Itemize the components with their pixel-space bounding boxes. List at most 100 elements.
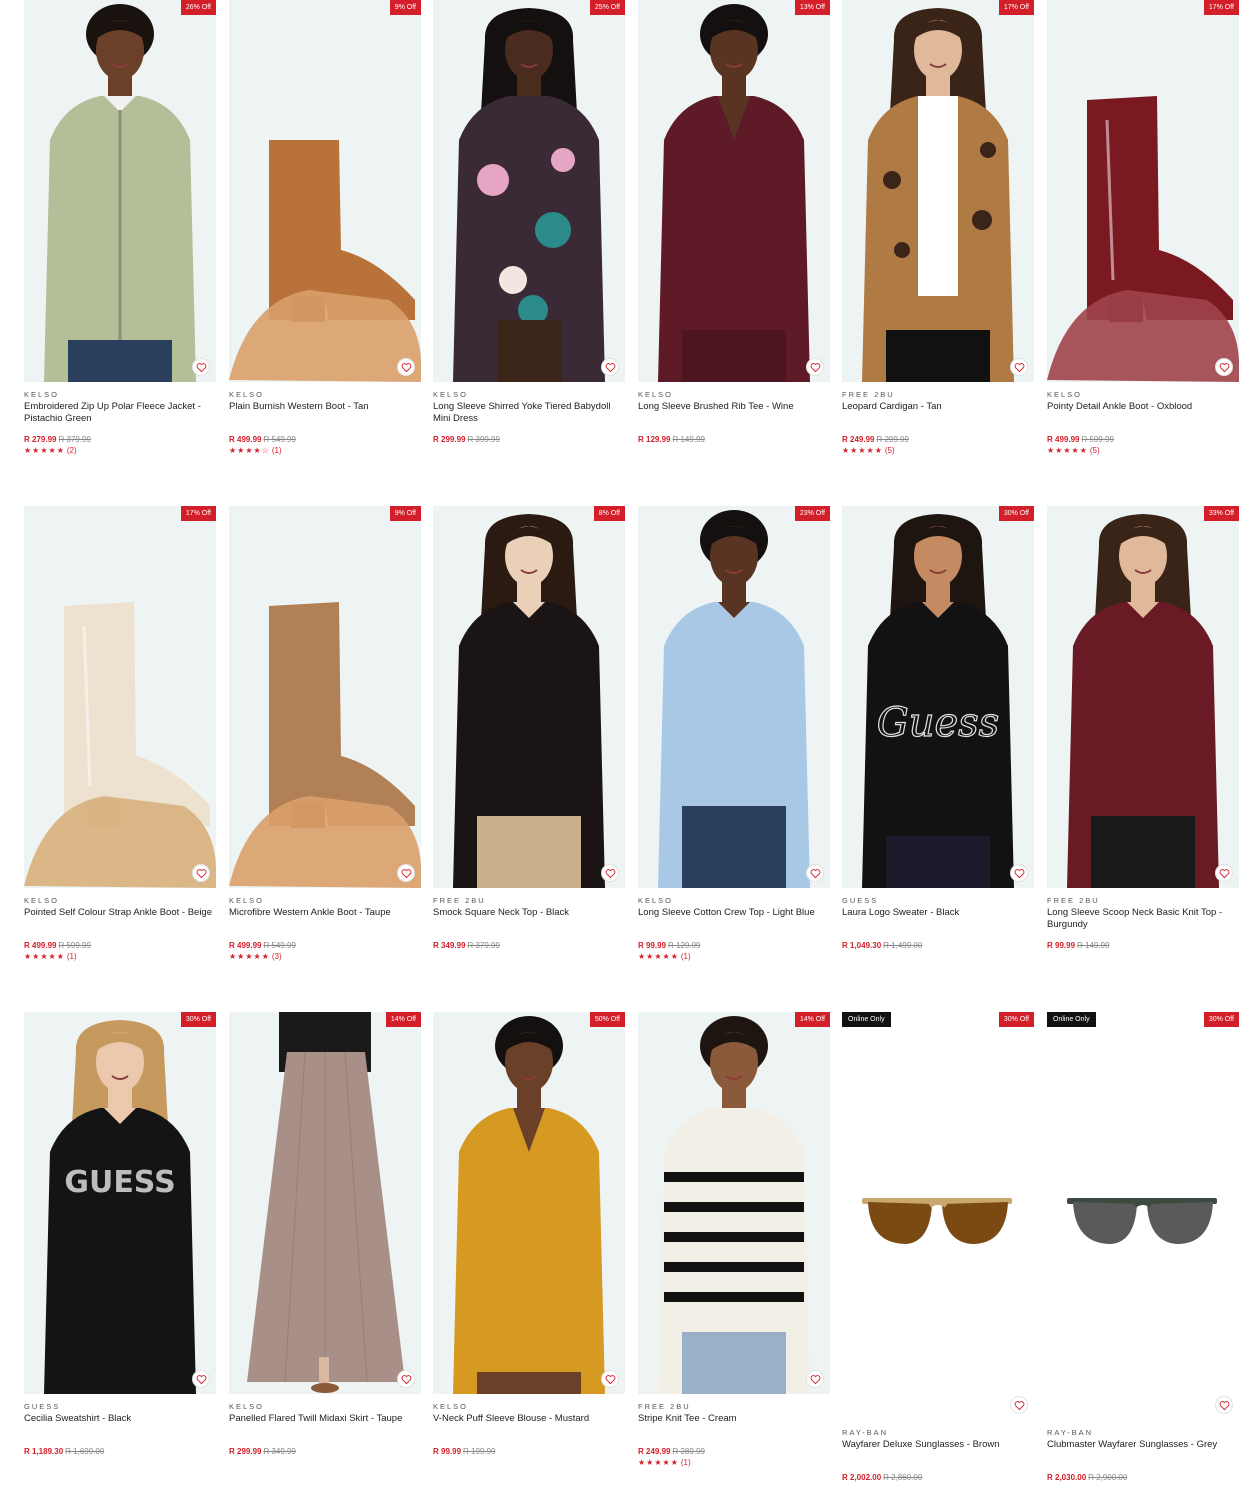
product-card[interactable]: 25% Off KELSO Long Sleeve Shirred Yoke T…	[433, 0, 625, 462]
product-image[interactable]	[1047, 1012, 1239, 1394]
woman-leopard-cardigan	[862, 8, 1014, 382]
product-name-link[interactable]: Plain Burnish Western Boot - Tan	[229, 401, 421, 435]
wishlist-heart-icon[interactable]	[806, 358, 824, 376]
product-info: RAY-BAN Wayfarer Deluxe Sunglasses - Bro…	[842, 1428, 1034, 1483]
wishlist-heart-icon[interactable]	[1215, 864, 1233, 882]
wishlist-heart-icon[interactable]	[1010, 1396, 1028, 1414]
product-name-link[interactable]: Pointy Detail Ankle Boot - Oxblood	[1047, 401, 1239, 435]
product-image[interactable]	[229, 0, 421, 382]
product-name-link[interactable]: Wayfarer Deluxe Sunglasses - Brown	[842, 1439, 1034, 1473]
product-image[interactable]	[229, 1012, 421, 1394]
star-rating-icon: ★★★★★	[24, 952, 65, 961]
product-card[interactable]: Online Only 30% Off RAY-BAN Wayfarer Delu…	[842, 1012, 1034, 1488]
original-price: R 129.99	[668, 941, 701, 950]
product-name-link[interactable]: Leopard Cardigan - Tan	[842, 401, 1034, 435]
product-card[interactable]: 50% Off KELSO V-Neck Puff Sleeve Blouse …	[433, 1012, 625, 1474]
wishlist-heart-icon[interactable]	[601, 864, 619, 882]
original-price: R 2,900.00	[1088, 1473, 1128, 1482]
online-only-badge: Online Only	[1047, 1012, 1096, 1027]
product-price: R 129.99 R 149.99	[638, 435, 830, 445]
grey-sunglasses	[1067, 1198, 1217, 1244]
product-card[interactable]: 9% Off KELSO Microfibre Western Ankle Bo…	[229, 506, 421, 968]
wishlist-heart-icon[interactable]	[192, 358, 210, 376]
product-price: R 249.99 R 299.99	[842, 435, 1034, 445]
wishlist-heart-icon[interactable]	[1215, 358, 1233, 376]
product-name-link[interactable]: Stripe Knit Tee - Cream	[638, 1413, 830, 1447]
product-rating[interactable]: ★★★★★ (5)	[1047, 446, 1239, 456]
product-card[interactable]: 14% Off FREE 2BU Stripe Knit Tee - Cream…	[638, 1012, 830, 1474]
product-rating[interactable]: ★★★★★ (5)	[842, 446, 1034, 456]
product-card[interactable]: 13% Off KELSO Long Sleeve Brushed Rib Te…	[638, 0, 830, 462]
product-card[interactable]: 17% Off FREE 2BU Leopard Cardigan - Tan …	[842, 0, 1034, 462]
product-image[interactable]	[433, 1012, 625, 1394]
product-name-link[interactable]: Panelled Flared Twill Midaxi Skirt - Tau…	[229, 1413, 421, 1447]
review-count: (3)	[271, 952, 282, 961]
wishlist-heart-icon[interactable]	[192, 1370, 210, 1388]
product-name-link[interactable]: Laura Logo Sweater - Black	[842, 907, 1034, 941]
product-image[interactable]	[842, 0, 1034, 382]
discount-badge: 14% Off	[794, 1012, 830, 1027]
wishlist-heart-icon[interactable]	[1215, 1396, 1233, 1414]
product-info: KELSO Pointy Detail Ankle Boot - Oxblood…	[1047, 390, 1239, 456]
product-image[interactable]	[638, 506, 830, 888]
product-card[interactable]: 9% Off KELSO Plain Burnish Western Boot …	[229, 0, 421, 462]
review-count: (2)	[66, 446, 77, 455]
product-image[interactable]	[229, 506, 421, 888]
product-name-link[interactable]: Cecilia Sweatshirt - Black	[24, 1413, 216, 1447]
discount-badge: 50% Off	[589, 1012, 625, 1027]
product-name-link[interactable]: Long Sleeve Cotton Crew Top - Light Blue	[638, 907, 830, 941]
product-name-link[interactable]: Pointed Self Colour Strap Ankle Boot - B…	[24, 907, 216, 941]
wishlist-heart-icon[interactable]	[192, 864, 210, 882]
product-rating[interactable]: ★★★★★ (3)	[229, 952, 421, 962]
wishlist-heart-icon[interactable]	[397, 864, 415, 882]
product-card[interactable]: 8% Off FREE 2BU Smock Square Neck Top - …	[433, 506, 625, 968]
original-price: R 299.99	[876, 435, 909, 444]
product-card[interactable]: GUESS 30% Off GUESS Cecilia Sweatshirt -…	[24, 1012, 216, 1474]
product-card[interactable]: 26% Off KELSO Embroidered Zip Up Polar F…	[24, 0, 216, 462]
product-card[interactable]: Guess 30% Off GUESS Laura Logo Sweater -…	[842, 506, 1034, 968]
product-name-link[interactable]: Long Sleeve Brushed Rib Tee - Wine	[638, 401, 830, 435]
wishlist-heart-icon[interactable]	[397, 1370, 415, 1388]
wishlist-heart-icon[interactable]	[806, 864, 824, 882]
product-image[interactable]	[842, 1012, 1034, 1394]
original-price: R 149.99	[1077, 941, 1110, 950]
product-name-link[interactable]: Long Sleeve Scoop Neck Basic Knit Top - …	[1047, 907, 1239, 941]
product-brand: KELSO	[638, 390, 674, 399]
product-image[interactable]	[1047, 506, 1239, 888]
product-image[interactable]: Guess	[842, 506, 1034, 888]
product-image[interactable]	[24, 506, 216, 888]
product-rating[interactable]: ★★★★★ (2)	[24, 446, 216, 456]
product-rating[interactable]: ★★★★★ (1)	[638, 952, 830, 962]
product-image[interactable]	[638, 1012, 830, 1394]
product-rating[interactable]: ★★★★☆ (1)	[229, 446, 421, 456]
wishlist-heart-icon[interactable]	[1010, 864, 1028, 882]
wishlist-heart-icon[interactable]	[601, 358, 619, 376]
product-image[interactable]: GUESS	[24, 1012, 216, 1394]
wishlist-heart-icon[interactable]	[397, 358, 415, 376]
product-image[interactable]	[433, 0, 625, 382]
product-rating[interactable]: ★★★★★ (1)	[24, 952, 216, 962]
product-card[interactable]: 17% Off KELSO Pointy Detail Ankle Boot -…	[1047, 0, 1239, 462]
product-image[interactable]	[1047, 0, 1239, 382]
product-card[interactable]: 17% Off KELSO Pointed Self Colour Strap …	[24, 506, 216, 968]
product-card[interactable]: 14% Off KELSO Panelled Flared Twill Mida…	[229, 1012, 421, 1474]
current-price: R 99.99	[1047, 941, 1076, 950]
product-card[interactable]: Online Only 30% Off RAY-BAN Clubmaster Wa…	[1047, 1012, 1239, 1488]
product-name-link[interactable]: Clubmaster Wayfarer Sunglasses - Grey	[1047, 1439, 1239, 1473]
product-brand: GUESS	[24, 1402, 61, 1411]
product-image[interactable]	[433, 506, 625, 888]
product-card[interactable]: 23% Off KELSO Long Sleeve Cotton Crew To…	[638, 506, 830, 968]
product-rating[interactable]: ★★★★★ (1)	[638, 1458, 830, 1468]
product-card[interactable]: 33% Off FREE 2BU Long Sleeve Scoop Neck …	[1047, 506, 1239, 968]
product-image[interactable]	[638, 0, 830, 382]
wishlist-heart-icon[interactable]	[1010, 358, 1028, 376]
product-name-link[interactable]: Long Sleeve Shirred Yoke Tiered Babydoll…	[433, 401, 625, 435]
product-name-link[interactable]: Microfibre Western Ankle Boot - Taupe	[229, 907, 421, 941]
product-name-link[interactable]: Smock Square Neck Top - Black	[433, 907, 625, 941]
product-name-link[interactable]: Embroidered Zip Up Polar Fleece Jacket -…	[24, 401, 216, 435]
wishlist-heart-icon[interactable]	[806, 1370, 824, 1388]
product-name-link[interactable]: V-Neck Puff Sleeve Blouse - Mustard	[433, 1413, 625, 1447]
wishlist-heart-icon[interactable]	[601, 1370, 619, 1388]
product-image[interactable]	[24, 0, 216, 382]
product-brand: KELSO	[229, 390, 265, 399]
